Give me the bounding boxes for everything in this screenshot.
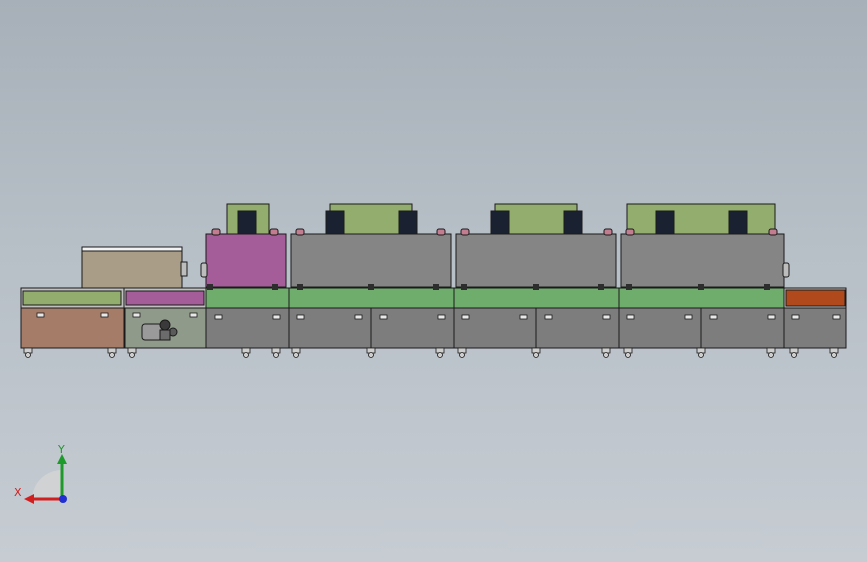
heating-chambers xyxy=(200,228,790,288)
brown-cabinet xyxy=(20,307,125,349)
cabinet-2 xyxy=(288,307,372,349)
x-axis-arrowhead xyxy=(24,494,34,504)
z-axis-dot xyxy=(59,495,67,503)
caster-icon xyxy=(107,347,117,358)
cabinet-7 xyxy=(700,307,785,349)
fan-motor-icon xyxy=(563,210,583,236)
heating-chamber-3 xyxy=(620,233,785,288)
caster-icon xyxy=(601,347,611,358)
fan-motors xyxy=(237,210,748,236)
cabinet-8 xyxy=(783,307,847,349)
exhaust-hood-4 xyxy=(626,203,776,235)
caster-icon xyxy=(291,347,301,358)
conveyor-belt xyxy=(20,284,847,309)
caster-icon xyxy=(623,347,633,358)
caster-icon xyxy=(789,347,799,358)
heating-chamber-2 xyxy=(455,233,617,288)
fan-motor-icon xyxy=(655,210,675,236)
cabinet-6 xyxy=(618,307,702,349)
caster-icon xyxy=(241,347,251,358)
fan-motor-icon xyxy=(237,210,257,236)
loading-conveyor-panel xyxy=(125,290,205,306)
fan-motor-icon xyxy=(325,210,345,236)
preheat-chamber xyxy=(205,233,287,288)
caster-icon xyxy=(531,347,541,358)
caster-icon xyxy=(23,347,33,358)
y-axis-label: Y xyxy=(57,443,65,456)
entry-conveyor-panel xyxy=(22,290,122,306)
caster-icon xyxy=(766,347,776,358)
triad-plane xyxy=(32,470,62,500)
caster-icon xyxy=(366,347,376,358)
caster-icon xyxy=(457,347,467,358)
caster-icon xyxy=(127,347,137,358)
x-axis-label: X xyxy=(14,486,22,499)
caster-icon xyxy=(696,347,706,358)
green-belt-section xyxy=(205,287,785,309)
casters xyxy=(23,347,839,358)
cabinet-4 xyxy=(453,307,537,349)
fan-motor-icon xyxy=(728,210,748,236)
loading-hood xyxy=(81,246,188,289)
cabinet-1 xyxy=(205,307,290,349)
cad-viewport[interactable]: Y X xyxy=(0,0,867,562)
conveyor-oven-model[interactable] xyxy=(0,0,867,562)
fan-motor-icon xyxy=(490,210,510,236)
cabinet-3 xyxy=(370,307,455,349)
exit-conveyor-panel xyxy=(785,289,846,307)
caster-icon xyxy=(271,347,281,358)
heating-chamber-1 xyxy=(290,233,452,288)
cabinet-5 xyxy=(535,307,620,349)
fan-motor-icon xyxy=(398,210,418,236)
orientation-triad: Y X xyxy=(14,443,67,504)
caster-icon xyxy=(435,347,445,358)
lower-cabinets xyxy=(20,307,847,349)
caster-icon xyxy=(829,347,839,358)
